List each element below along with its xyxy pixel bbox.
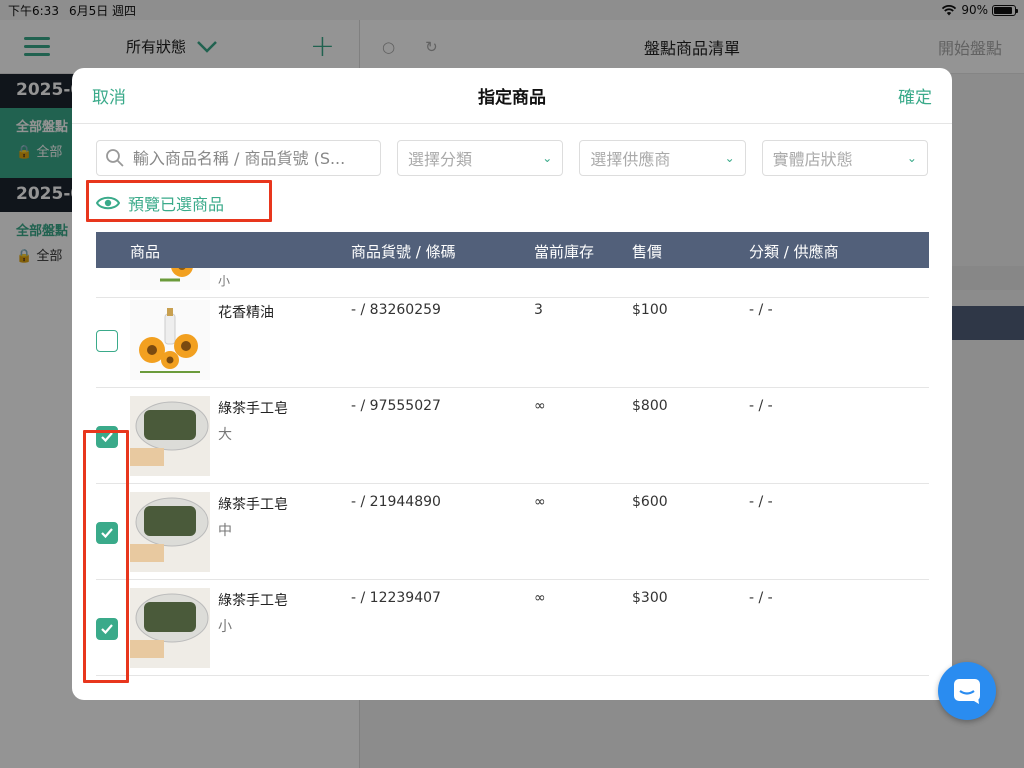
product-image (130, 396, 210, 476)
confirm-button[interactable]: 確定 (898, 83, 932, 108)
modal-header: 取消 指定商品 確定 (72, 68, 952, 124)
product-sku: - / 97555027 (351, 398, 441, 414)
header-sku: 商品貨號 / 條碼 (351, 243, 456, 261)
chat-icon (954, 679, 980, 704)
product-image (130, 588, 210, 668)
product-category: - / - (749, 590, 773, 606)
row-checkbox[interactable] (96, 522, 118, 544)
supplier-select[interactable]: 選擇供應商 ⌄ (579, 140, 746, 176)
product-category: - / - (749, 494, 773, 510)
table-row[interactable]: 綠茶手工皂 中 - / 21944890 ∞ $600 - / - (96, 484, 929, 580)
row-checkbox[interactable] (96, 426, 118, 448)
product-price: $600 (632, 494, 668, 510)
product-image (130, 268, 210, 290)
chevron-down-icon: ⌄ (542, 151, 553, 165)
product-image (130, 300, 210, 380)
check-icon (101, 528, 113, 539)
product-category: - / - (749, 398, 773, 414)
header-product: 商品 (130, 243, 161, 261)
row-checkbox[interactable] (96, 330, 118, 352)
row-checkbox[interactable] (96, 618, 118, 640)
product-variant: 小 (218, 619, 232, 635)
chevron-down-icon: ⌄ (724, 151, 735, 165)
product-variant: 大 (218, 427, 232, 443)
table-row[interactable]: 花香精油 - / 83260259 3 $100 - / - (96, 292, 929, 388)
cancel-button[interactable]: 取消 (92, 83, 126, 108)
product-name: 綠茶手工皂 (218, 497, 288, 513)
product-sku: - / 12239407 (351, 590, 441, 606)
header-stock: 當前庫存 (534, 243, 595, 261)
select-products-modal: 取消 指定商品 確定 選擇分類 ⌄ 選擇供應商 ⌄ 實體店狀態 ⌄ 預覽已選商品… (72, 68, 952, 700)
search-input[interactable] (132, 148, 372, 168)
modal-title: 指定商品 (478, 88, 546, 108)
table-header: 商品 商品貨號 / 條碼 當前庫存 售價 分類 / 供應商 (96, 232, 929, 268)
product-stock: ∞ (534, 590, 546, 606)
filter-bar: 選擇分類 ⌄ 選擇供應商 ⌄ 實體店狀態 ⌄ (96, 140, 928, 176)
preview-selected-button[interactable]: 預覽已選商品 (96, 188, 224, 218)
product-name: 花香精油 (218, 305, 274, 321)
search-icon (106, 149, 124, 167)
store-status-select[interactable]: 實體店狀態 ⌄ (761, 140, 928, 176)
product-variant: 中 (218, 523, 232, 539)
product-sku: - / 83260259 (351, 302, 441, 318)
table-row[interactable]: 綠茶手工皂 大 - / 97555027 ∞ $800 - / - (96, 388, 929, 484)
product-stock: ∞ (534, 398, 546, 414)
table-row[interactable]: 綠茶手工皂 小 - / 12239407 ∞ $300 - / - (96, 580, 929, 676)
chat-support-button[interactable] (938, 662, 996, 720)
product-variant: 小 (218, 274, 231, 288)
product-stock: 3 (534, 302, 543, 318)
header-category: 分類 / 供應商 (749, 243, 839, 261)
product-sku: - / 21944890 (351, 494, 441, 510)
eye-icon (96, 196, 120, 210)
product-table: 小 花香精油 - / 83260259 3 $100 - / - 綠茶手工皂 大… (96, 268, 929, 700)
product-price: $100 (632, 302, 668, 318)
category-select[interactable]: 選擇分類 ⌄ (397, 140, 564, 176)
header-price: 售價 (632, 243, 663, 261)
product-category: - / - (749, 302, 773, 318)
check-icon (101, 432, 113, 443)
product-image (130, 492, 210, 572)
chevron-down-icon: ⌄ (906, 151, 917, 165)
product-name: 綠茶手工皂 (218, 593, 288, 609)
check-icon (101, 624, 113, 635)
product-price: $800 (632, 398, 668, 414)
search-field[interactable] (96, 140, 381, 176)
product-name: 綠茶手工皂 (218, 401, 288, 417)
product-price: $300 (632, 590, 668, 606)
product-stock: ∞ (534, 494, 546, 510)
